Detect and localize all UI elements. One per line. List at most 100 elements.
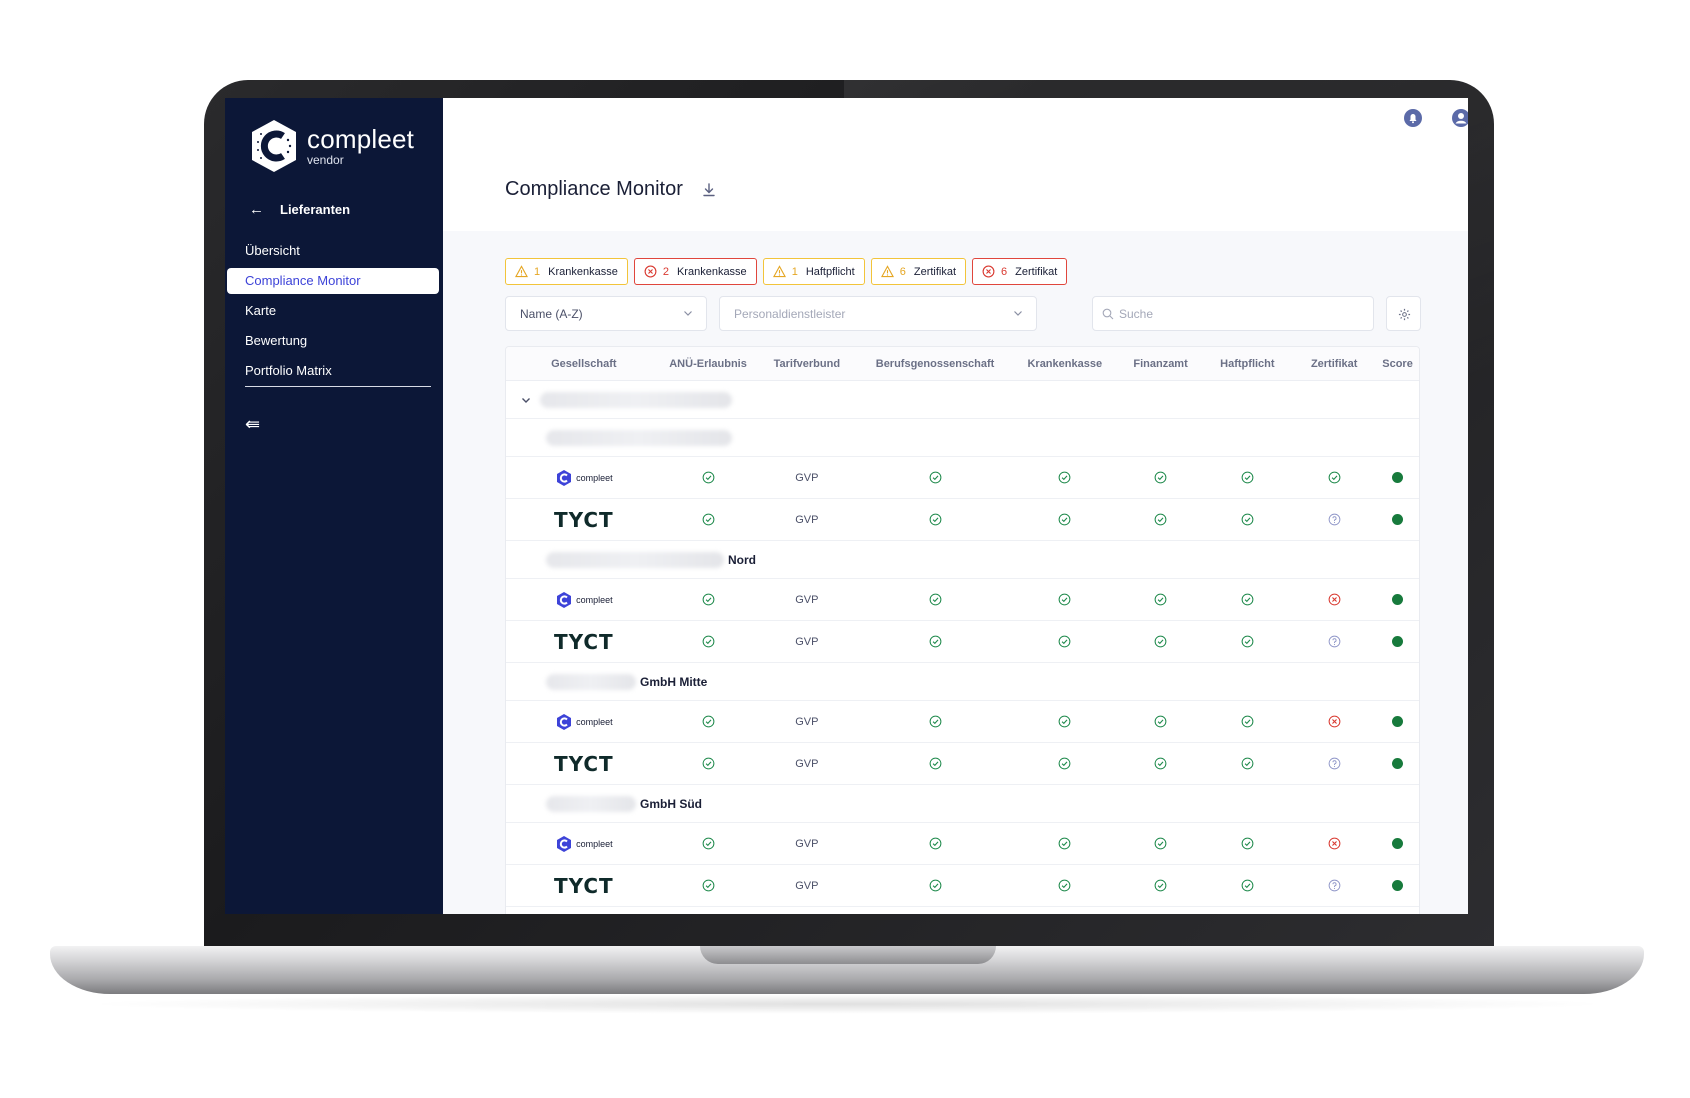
cell-tarif: GVP (754, 880, 859, 892)
cell-anue (662, 757, 755, 770)
error-circle-icon (1328, 837, 1341, 850)
table-row[interactable]: TYCT GVP (506, 743, 1419, 785)
table-row[interactable]: compleet GVP (506, 579, 1419, 621)
cell-tarif: GVP (754, 758, 859, 770)
column-header-finanzamt[interactable]: Finanzamt (1119, 358, 1203, 370)
provider-select[interactable]: Personaldienstleister (719, 296, 1037, 331)
sidebar-item-uebersicht[interactable]: Übersicht (227, 238, 439, 264)
app-logo[interactable]: compleet vendor (249, 118, 414, 174)
company-logo-compleet[interactable]: compleet (555, 591, 613, 609)
settings-button[interactable] (1386, 296, 1421, 331)
app-screen: compleet vendor ← Lieferanten Übersicht … (225, 98, 1468, 914)
table-group-row[interactable] (506, 381, 1419, 419)
score-indicator (1392, 716, 1404, 727)
column-header-krankenkasse[interactable]: Krankenkasse (1011, 358, 1119, 370)
check-circle-icon (1241, 757, 1254, 770)
cell-kk (1011, 837, 1119, 850)
cell-kk (1011, 757, 1119, 770)
cell-zert (1292, 635, 1376, 648)
score-indicator (1392, 838, 1404, 849)
table-row[interactable]: TYCT GVP (506, 865, 1419, 907)
check-circle-icon (1154, 513, 1167, 526)
user-icon[interactable] (1451, 108, 1468, 128)
company-logo-compleet[interactable]: compleet (555, 469, 613, 487)
cell-hp (1202, 635, 1292, 648)
check-circle-icon (1154, 757, 1167, 770)
redacted-group-name (540, 391, 732, 408)
chip-warning-krankenkasse[interactable]: 1 Krankenkasse (505, 258, 628, 285)
cell-fa (1119, 715, 1203, 728)
chip-warning-zertifikat[interactable]: 6 Zertifikat (870, 258, 967, 285)
warning-icon (772, 265, 786, 278)
question-circle-icon (1328, 757, 1341, 770)
table-row[interactable]: compleet GVP (506, 457, 1419, 499)
company-logo-tyct[interactable]: TYCT (554, 630, 614, 654)
chevron-down-icon[interactable] (520, 394, 532, 406)
sidebar-item-bewertung[interactable]: Bewertung (227, 328, 439, 354)
chip-error-krankenkasse[interactable]: 2 Krankenkasse (633, 258, 757, 285)
tarif-value: GVP (795, 757, 819, 770)
check-circle-icon (1058, 513, 1071, 526)
company-logo-text: compleet (576, 838, 613, 849)
column-header-anue[interactable]: ANÜ-Erlaubnis (662, 358, 755, 370)
check-circle-icon (702, 879, 714, 892)
cell-hp (1202, 879, 1292, 892)
company-logo-tyct[interactable]: TYCT (554, 508, 614, 532)
collapse-sidebar-icon[interactable]: ⇚ (245, 414, 260, 435)
check-circle-icon (1241, 593, 1254, 606)
sidebar-item-karte[interactable]: Karte (227, 298, 439, 324)
chip-label: Zertifikat (1015, 265, 1058, 278)
search-input[interactable]: Suche (1092, 296, 1374, 331)
column-header-zertifikat[interactable]: Zertifikat (1292, 358, 1376, 370)
chip-warning-haftpflicht[interactable]: 1 Haftpflicht (762, 258, 865, 285)
compleet-mini-logo-icon (557, 835, 572, 852)
cell-bg (859, 757, 1011, 770)
cell-hp (1202, 757, 1292, 770)
column-header-gesellschaft[interactable]: Gesellschaft (506, 358, 662, 370)
chip-label: Zertifikat (913, 265, 957, 278)
cell-tarif: GVP (754, 472, 859, 484)
cell-zert (1292, 715, 1376, 728)
bell-icon[interactable] (1403, 108, 1423, 128)
check-circle-icon (1241, 513, 1254, 526)
company-logo-compleet[interactable]: compleet (555, 713, 613, 731)
company-logo-tyct[interactable]: TYCT (554, 752, 614, 776)
column-header-score[interactable]: Score (1376, 358, 1419, 370)
table-row[interactable]: TYCT GVP (506, 499, 1419, 541)
sidebar-item-portfolio-matrix[interactable]: Portfolio Matrix (227, 358, 439, 384)
check-circle-icon (929, 715, 941, 728)
column-header-haftpflicht[interactable]: Haftpflicht (1202, 358, 1292, 370)
tarif-value: GVP (795, 593, 819, 606)
question-circle-icon (1328, 513, 1341, 526)
chip-label: Haftpflicht (805, 265, 855, 278)
cell-zert (1292, 513, 1376, 526)
warning-icon (880, 265, 894, 278)
sort-select[interactable]: Name (A-Z) (505, 296, 707, 331)
table-subgroup-row[interactable] (506, 419, 1419, 457)
company-logo-compleet[interactable]: compleet (555, 835, 613, 853)
redacted-company-name (546, 795, 636, 812)
chip-error-zertifikat[interactable]: 6 Zertifikat (972, 258, 1068, 285)
check-circle-icon (702, 513, 714, 526)
company-logo-tyct[interactable]: TYCT (554, 874, 614, 898)
column-header-berufsgenossenschaft[interactable]: Berufsgenossenschaft (859, 358, 1011, 370)
sidebar-item-compliance-monitor[interactable]: Compliance Monitor (227, 268, 439, 294)
table-row[interactable]: compleet GVP (506, 823, 1419, 865)
back-to-lieferanten[interactable]: ← Lieferanten (249, 201, 350, 218)
download-icon[interactable] (701, 182, 717, 198)
sidebar-divider (245, 386, 431, 387)
table-subgroup-row[interactable]: GmbH Mitte (506, 663, 1419, 701)
table-subgroup-row[interactable]: GmbH Süd (506, 785, 1419, 823)
check-circle-icon (1154, 837, 1167, 850)
table-subgroup-row[interactable]: Nord (506, 541, 1419, 579)
page-title: Compliance Monitor (505, 178, 683, 200)
cell-bg (859, 471, 1011, 484)
table-row[interactable]: TYCT GVP (506, 621, 1419, 663)
laptop-notch (700, 946, 996, 964)
column-header-tarifverbund[interactable]: Tarifverbund (754, 358, 859, 370)
chip-count: 2 (662, 265, 669, 278)
table-row[interactable]: compleet GVP (506, 701, 1419, 743)
sidebar-nav: Übersicht Compliance Monitor Karte Bewer… (227, 238, 439, 388)
sidebar: compleet vendor ← Lieferanten Übersicht … (225, 98, 443, 914)
sort-select-value: Name (A-Z) (520, 306, 583, 321)
